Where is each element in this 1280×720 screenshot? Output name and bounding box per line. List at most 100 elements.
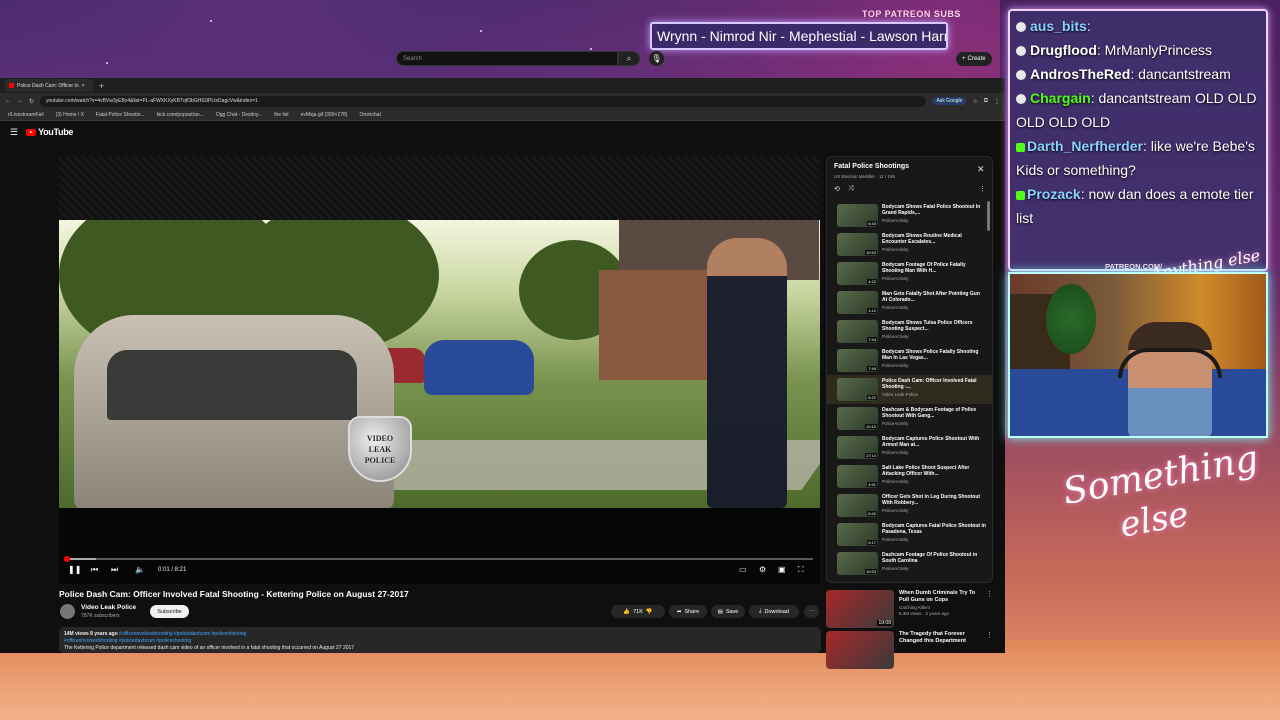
loop-icon[interactable]: ⟲ — [834, 185, 840, 193]
chat-username: Drugflood — [1030, 42, 1097, 58]
playlist-item-channel: PoliceActivity — [882, 334, 909, 339]
video-thumbnail: 17:14 — [837, 436, 878, 459]
playlist-item-channel: PoliceActivity — [882, 537, 909, 542]
thumbs-down-icon[interactable]: 👎 — [646, 609, 653, 615]
settings-icon[interactable]: ⚙ — [759, 565, 766, 574]
bookmark-item[interactable]: Fatal Police Shootin... — [96, 112, 145, 118]
extensions-icon[interactable]: ⧉ — [984, 98, 988, 105]
playlist-item-title: Bodycam Shows Fatal Police Shootout In G… — [882, 204, 981, 216]
bookmark-item[interactable]: Omnichat — [359, 112, 380, 118]
pause-icon[interactable]: ❚❚ — [68, 565, 81, 574]
playlist-item[interactable]: 1:12 Man Gets Fatally Shot After Pointing… — [827, 288, 992, 317]
more-icon[interactable]: ⋮ — [979, 185, 986, 193]
like-dislike-button[interactable]: 👍 71K 👎 — [611, 605, 665, 618]
video-title: Police Dash Cam: Officer Involved Fatal … — [59, 589, 409, 599]
more-icon[interactable]: ⋮ — [986, 590, 993, 628]
address-bar-row: ← → ↻ youtube.com/watch?v=4vBVw3yEBz4&li… — [0, 93, 1005, 109]
youtube-logo[interactable]: YouTube — [26, 127, 73, 137]
chat-message: Drugflood: MrManlyPrincess — [1016, 38, 1260, 62]
playlist-item[interactable]: 4:22 Bodycam Footage Of Police Fatally Sh… — [827, 259, 992, 288]
bookmark-item[interactable]: (3) Home / X — [56, 112, 84, 118]
forward-icon[interactable]: → — [17, 98, 23, 104]
buffered-bar — [66, 558, 96, 560]
playlist-item[interactable]: 5:17 Bodycam Captures Fatal Police Shooto… — [827, 520, 992, 549]
thumbs-up-icon: 👍 — [623, 608, 631, 615]
headset-image — [1118, 348, 1222, 378]
bookmark-item[interactable]: evMsja.gif (399×278) — [301, 112, 348, 118]
playlist-item-channel: PoliceActivity — [882, 218, 909, 223]
recommended-video[interactable]: The Tragedy that Forever Changed this De… — [826, 631, 993, 669]
star-icon[interactable]: ☆ — [972, 98, 977, 105]
video-thumbnail: 10:53 — [837, 233, 878, 256]
playlist-panel: Fatal Police Shootings US Election Meddl… — [826, 156, 993, 583]
next-icon[interactable]: ⏭ — [111, 565, 118, 575]
share-icon: ➦ — [676, 608, 682, 615]
url-field[interactable]: youtube.com/watch?v=4vBVw3yEBz4&list=PL-… — [40, 95, 927, 107]
duration-badge: 1:12 — [867, 308, 877, 313]
create-button[interactable]: + Create — [956, 52, 992, 66]
playlist-item-channel: PoliceActivity — [882, 421, 909, 426]
playlist-item-title: Bodycam Shows Police Fatally Shooting Ma… — [882, 349, 979, 361]
search-button[interactable]: ⌕ — [618, 51, 640, 66]
previous-icon[interactable]: ⏮ — [91, 565, 98, 575]
bookmark-item[interactable]: r/LivestreamFail — [8, 112, 44, 118]
playlist-item-channel: PoliceActivity — [882, 566, 909, 571]
playlist-item[interactable]: 17:14 Bodycam Captures Police Shootout Wi… — [827, 433, 992, 462]
shuffle-icon[interactable]: ⤨ — [848, 185, 854, 193]
captions-icon[interactable]: ▭ — [739, 565, 747, 574]
video-thumbnail: 8:22 — [837, 378, 878, 401]
channel-avatar[interactable] — [60, 604, 75, 619]
bookmark-item[interactable]: kick.com/popout/an... — [157, 112, 204, 118]
download-button[interactable]: ⤓ Download — [749, 605, 799, 618]
reload-icon[interactable]: ↻ — [29, 98, 34, 105]
share-button[interactable]: ➦ Share — [669, 605, 707, 618]
playlist-title[interactable]: Fatal Police Shootings — [834, 163, 909, 170]
playlist-item-channel: Video Leak Police — [882, 392, 918, 397]
duration-badge: 6:42 — [867, 511, 877, 516]
playlist-scrollbar[interactable] — [987, 201, 990, 231]
recommended-video[interactable]: 19:08 When Dumb Criminals Try To Pull Gun… — [826, 590, 993, 628]
ask-google-button[interactable]: Ask Google — [932, 97, 967, 105]
bookmark-item[interactable]: Ogg Chat - Destiny... — [216, 112, 262, 118]
subscribe-button[interactable]: Subscribe — [150, 605, 189, 618]
playlist-item[interactable]: 10:53 Bodycam Shows Routine Medical Encou… — [827, 230, 992, 259]
playlist-item-channel: PoliceActivity — [882, 363, 909, 368]
channel-name[interactable]: Video Leak Police — [81, 604, 136, 611]
recommended-channel: Catching Killers — [899, 605, 931, 610]
playlist-item[interactable]: 10:53 Dashcam Footage Of Police Shootout … — [827, 549, 992, 578]
close-icon[interactable]: × — [82, 83, 85, 89]
video-thumbnail: 10:10 — [837, 407, 878, 430]
hamburger-menu-icon[interactable]: ☰ — [10, 127, 18, 138]
miniplayer-icon[interactable]: ▣ — [778, 565, 786, 574]
progress-bar[interactable] — [64, 556, 813, 562]
voice-search-button[interactable]: 🎙 — [649, 51, 664, 66]
playlist-item-title: Salt Lake Police Shoot Suspect After Att… — [882, 465, 970, 477]
more-icon[interactable]: ⋮ — [986, 631, 993, 669]
menu-icon[interactable]: ⋮ — [994, 98, 1000, 105]
playlist-item[interactable]: 6:43 Bodycam Shows Fatal Police Shootout … — [827, 201, 992, 230]
bookmark-item[interactable]: the list — [274, 112, 288, 118]
browser-tab[interactable]: Police Dash Cam: Officer In × — [5, 79, 93, 92]
playlist-item[interactable]: 6:42 Officer Gets Shot in Leg During Shoo… — [827, 491, 992, 520]
fullscreen-icon[interactable]: ⛶ — [798, 565, 804, 575]
search-input[interactable]: Search — [396, 51, 618, 66]
playlist-item[interactable]: 8:22 Police Dash Cam: Officer Involved Fa… — [827, 375, 992, 404]
video-player[interactable] — [59, 156, 820, 584]
back-icon[interactable]: ← — [5, 98, 11, 104]
description-tags[interactable]: #officerinvolvedshooting #policedashcam … — [119, 631, 246, 637]
playlist-item[interactable]: 7:49 Bodycam Shows Police Fatally Shootin… — [827, 346, 992, 375]
kick-badge-icon — [1016, 190, 1025, 200]
patreon-names-ticker: Wrynn - Nimrod Nir - Mephestial - Lawson… — [650, 22, 948, 50]
playlist-item[interactable]: 10:10 Dashcam & Bodycam Footage of Police… — [827, 404, 992, 433]
new-tab-button[interactable]: + — [99, 81, 104, 91]
close-icon[interactable]: ✕ — [977, 164, 985, 175]
scrubber-handle[interactable] — [64, 556, 70, 562]
save-button[interactable]: ▤ Save — [711, 605, 745, 618]
playlist-item[interactable]: 7:44 Bodycam Shows Tulsa Police Officers … — [827, 317, 992, 346]
video-thumbnail: 7:44 — [837, 320, 878, 343]
volume-icon[interactable]: 🔈 — [135, 565, 145, 574]
playlist-item[interactable]: 4:51 Salt Lake Police Shoot Suspect After… — [827, 462, 992, 491]
more-actions-button[interactable]: ⋯ — [804, 605, 819, 618]
description-box[interactable]: 14M views 8 years ago #officerinvolvedsh… — [59, 627, 821, 653]
description-tags[interactable]: #officerinvolvedshooting #policedashcam … — [64, 638, 816, 645]
